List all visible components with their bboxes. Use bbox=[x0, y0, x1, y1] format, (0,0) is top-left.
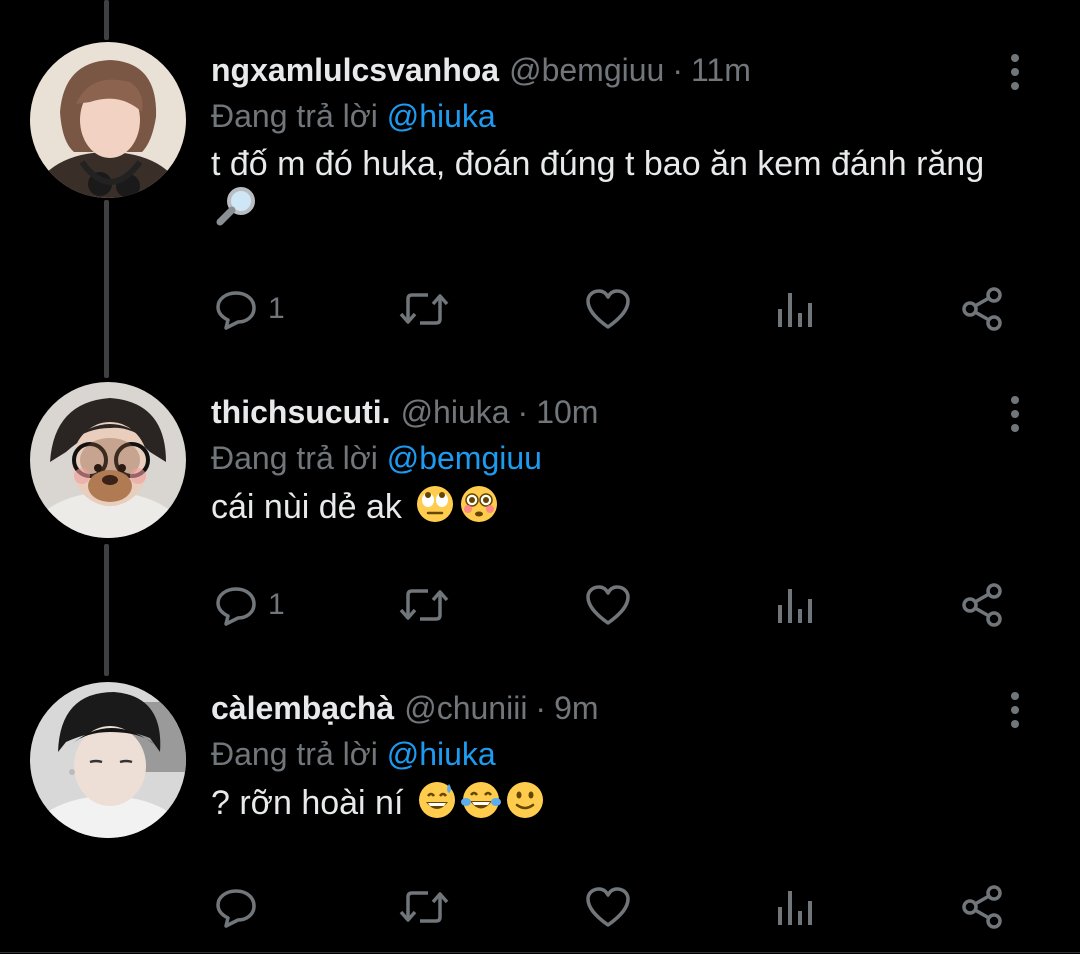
bottom-divider bbox=[0, 952, 1080, 953]
share-button[interactable] bbox=[960, 284, 1004, 334]
display-name[interactable]: ngxamlulcsvanhoa bbox=[211, 52, 499, 88]
tweet-text: ? rỡn hoài ní bbox=[211, 780, 1031, 831]
retweet-button[interactable] bbox=[398, 284, 450, 334]
replying-prefix: Đang trả lời bbox=[211, 736, 378, 772]
share-icon bbox=[962, 287, 1002, 331]
tweet-header: ngxamlulcsvanhoa @bemgiuu · 11m bbox=[211, 48, 751, 92]
analytics-icon bbox=[778, 589, 812, 623]
separator: · bbox=[517, 394, 529, 430]
timestamp[interactable]: 11m bbox=[691, 52, 751, 88]
like-button[interactable] bbox=[584, 284, 632, 334]
replying-to-mention[interactable]: @hiuka bbox=[387, 98, 496, 134]
timestamp[interactable]: 10m bbox=[536, 394, 598, 430]
analytics-button[interactable] bbox=[776, 882, 816, 932]
retweet-icon bbox=[399, 891, 449, 923]
replying-to: Đang trả lời @bemgiuu bbox=[211, 436, 542, 480]
action-bar: 1 bbox=[0, 284, 1080, 334]
rolling-eyes-emoji bbox=[415, 484, 455, 535]
like-button[interactable] bbox=[584, 882, 632, 932]
handle[interactable]: @bemgiuu bbox=[509, 52, 664, 88]
tweet[interactable]: càlembạchà @chuniii · 9m Đang trả lời @hiuk… bbox=[0, 682, 1080, 954]
more-icon[interactable] bbox=[1000, 392, 1030, 436]
analytics-icon bbox=[778, 891, 812, 925]
separator: · bbox=[535, 690, 547, 726]
reply-count: 1 bbox=[268, 588, 285, 621]
tweet[interactable]: ngxamlulcsvanhoa @bemgiuu · 11m Đang trả lờ… bbox=[0, 42, 1080, 348]
tweet-body: ? rỡn hoài ní bbox=[211, 784, 404, 822]
more-icon[interactable] bbox=[1000, 688, 1030, 732]
tweet-text: t đố m đó huka, đoán đúng t bao ăn kem đ… bbox=[211, 142, 1031, 237]
analytics-button[interactable] bbox=[776, 580, 816, 630]
replying-to-mention[interactable]: @bemgiuu bbox=[387, 440, 542, 476]
display-name[interactable]: thichsucuti. bbox=[211, 394, 391, 430]
share-button[interactable] bbox=[960, 882, 1004, 932]
reply-icon bbox=[216, 291, 256, 330]
replying-to: Đang trả lời @hiuka bbox=[211, 94, 496, 138]
tweet-header: càlembạchà @chuniii · 9m bbox=[211, 686, 599, 730]
replying-to: Đang trả lời @hiuka bbox=[211, 732, 496, 776]
avatar-photo bbox=[30, 382, 186, 538]
share-button[interactable] bbox=[960, 580, 1004, 630]
grinning-sweat-emoji bbox=[417, 780, 457, 831]
tweet[interactable]: thichsucuti. @hiuka · 10m Đang trả lời @bem… bbox=[0, 382, 1080, 660]
share-icon bbox=[962, 885, 1002, 929]
thread-line-top bbox=[104, 0, 109, 40]
action-bar: 1 bbox=[0, 580, 1080, 630]
share-icon bbox=[962, 583, 1002, 627]
analytics-icon bbox=[778, 293, 812, 327]
avatar-photo bbox=[30, 42, 186, 198]
replying-prefix: Đang trả lời bbox=[211, 98, 378, 134]
retweet-icon bbox=[399, 293, 449, 325]
replying-to-mention[interactable]: @hiuka bbox=[387, 736, 496, 772]
reply-button[interactable]: 1 bbox=[214, 284, 285, 334]
slightly-smiling-emoji bbox=[505, 780, 545, 831]
avatar-photo bbox=[30, 682, 186, 838]
like-icon bbox=[586, 887, 630, 927]
reply-button[interactable] bbox=[214, 882, 268, 932]
action-bar bbox=[0, 882, 1080, 932]
reply-icon bbox=[216, 889, 256, 928]
avatar[interactable] bbox=[30, 682, 186, 838]
avatar[interactable] bbox=[30, 42, 186, 198]
like-icon bbox=[586, 289, 630, 329]
tweet-body: t đố m đó huka, đoán đúng t bao ăn kem đ… bbox=[211, 145, 985, 183]
separator: · bbox=[672, 52, 683, 88]
more-icon[interactable] bbox=[1000, 50, 1030, 94]
tweet-header: thichsucuti. @hiuka · 10m bbox=[211, 390, 598, 434]
replying-prefix: Đang trả lời bbox=[211, 440, 378, 476]
tweet-body: cái nùi dẻ ak bbox=[211, 488, 402, 526]
flushed-face-emoji bbox=[459, 484, 499, 535]
avatar[interactable] bbox=[30, 382, 186, 538]
reply-icon bbox=[216, 587, 256, 626]
like-icon bbox=[586, 585, 630, 625]
handle[interactable]: @chuniii bbox=[404, 690, 527, 726]
reply-button[interactable]: 1 bbox=[214, 580, 285, 630]
handle[interactable]: @hiuka bbox=[401, 394, 510, 430]
tears-of-joy-emoji bbox=[460, 780, 501, 831]
reply-count: 1 bbox=[268, 292, 285, 325]
tweet-text: cái nùi dẻ ak bbox=[211, 484, 1031, 535]
magnifying-glass-emoji bbox=[215, 186, 259, 237]
display-name[interactable]: càlembạchà bbox=[211, 690, 394, 726]
retweet-button[interactable] bbox=[398, 580, 450, 630]
retweet-button[interactable] bbox=[398, 882, 450, 932]
timestamp[interactable]: 9m bbox=[554, 690, 598, 726]
analytics-button[interactable] bbox=[776, 284, 816, 334]
like-button[interactable] bbox=[584, 580, 632, 630]
retweet-icon bbox=[399, 589, 449, 621]
